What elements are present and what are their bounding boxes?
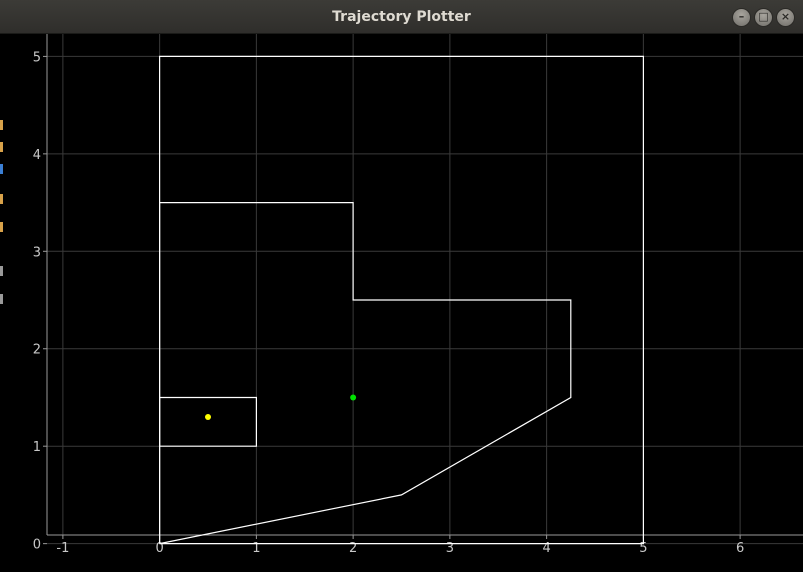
obstacle-region bbox=[159, 202, 572, 545]
goal-point bbox=[350, 394, 357, 401]
axes bbox=[43, 34, 803, 545]
robot-point bbox=[205, 413, 212, 420]
y-tick-label: 0 bbox=[33, 538, 41, 553]
grid-lines bbox=[47, 34, 803, 545]
x-tick-label: 6 bbox=[736, 541, 744, 556]
window-titlebar[interactable]: Trajectory Plotter – □ × bbox=[0, 0, 803, 34]
window-controls: – □ × bbox=[732, 8, 795, 27]
map-outlines bbox=[159, 55, 645, 545]
window-title: Trajectory Plotter bbox=[332, 9, 471, 25]
maximize-icon[interactable]: □ bbox=[754, 8, 773, 27]
close-icon[interactable]: × bbox=[776, 8, 795, 27]
y-tick-label: 3 bbox=[33, 245, 41, 260]
minimize-icon[interactable]: – bbox=[732, 8, 751, 27]
y-tick-label: 2 bbox=[33, 343, 41, 358]
y-tick-label: 5 bbox=[33, 50, 41, 65]
y-tick-label: 1 bbox=[33, 440, 41, 455]
start-box bbox=[159, 396, 257, 447]
plot-canvas[interactable]: -1 0 1 2 3 4 5 6 0 1 2 3 4 5 bbox=[0, 34, 803, 568]
tick-labels: -1 0 1 2 3 4 5 6012345 bbox=[33, 50, 745, 556]
x-tick-label: -1 bbox=[56, 541, 69, 556]
trajectory-plot[interactable]: -1 0 1 2 3 4 5 6012345 bbox=[0, 34, 803, 568]
y-tick-label: 4 bbox=[33, 148, 41, 163]
markers bbox=[205, 394, 357, 420]
